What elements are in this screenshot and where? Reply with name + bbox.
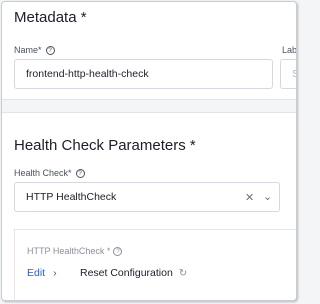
health-check-label: Health Check* ?: [14, 168, 85, 178]
edit-label: Edit: [27, 267, 46, 279]
chevron-down-icon[interactable]: ⌄: [263, 191, 272, 203]
name-label: Name* ?: [14, 45, 55, 55]
refresh-icon: ↻: [178, 267, 188, 279]
help-circle-icon[interactable]: ?: [45, 45, 55, 55]
close-icon[interactable]: ✕: [245, 192, 254, 204]
health-check-select[interactable]: HTTP HealthCheck: [14, 182, 280, 212]
labels-label: Lab: [282, 45, 297, 55]
http-healthcheck-label: HTTP HealthCheck * ?: [27, 246, 123, 256]
labels-input[interactable]: S: [280, 59, 296, 89]
name-input[interactable]: frontend-http-health-check: [14, 59, 273, 89]
http-healthcheck-panel: HTTP HealthCheck * ? Edit › Reset Config…: [14, 229, 296, 300]
name-label-text: Name*: [14, 45, 42, 55]
help-circle-icon[interactable]: ?: [113, 246, 123, 256]
form-frame: Metadata * Name* ? Lab frontend-http-hea…: [1, 1, 297, 301]
metadata-title: Metadata *: [14, 9, 87, 26]
reset-label: Reset Configuration: [80, 267, 173, 279]
health-check-label-text: Health Check*: [14, 168, 72, 178]
labels-label-text: Lab: [282, 45, 297, 55]
help-circle-icon[interactable]: ?: [75, 168, 85, 178]
health-check-card: Health Check Parameters * Health Check* …: [2, 112, 296, 300]
reset-configuration-button[interactable]: Reset Configuration ↻: [80, 267, 187, 279]
health-check-select-value: HTTP HealthCheck: [26, 191, 117, 203]
edit-button[interactable]: Edit ›: [27, 267, 57, 279]
metadata-card: Metadata * Name* ? Lab frontend-http-hea…: [2, 2, 297, 100]
health-check-title: Health Check Parameters *: [14, 137, 196, 154]
labels-input-value: S: [292, 68, 296, 80]
http-healthcheck-label-text: HTTP HealthCheck *: [27, 246, 111, 256]
chevron-right-icon: ›: [53, 267, 57, 279]
name-input-value: frontend-http-health-check: [26, 68, 149, 80]
